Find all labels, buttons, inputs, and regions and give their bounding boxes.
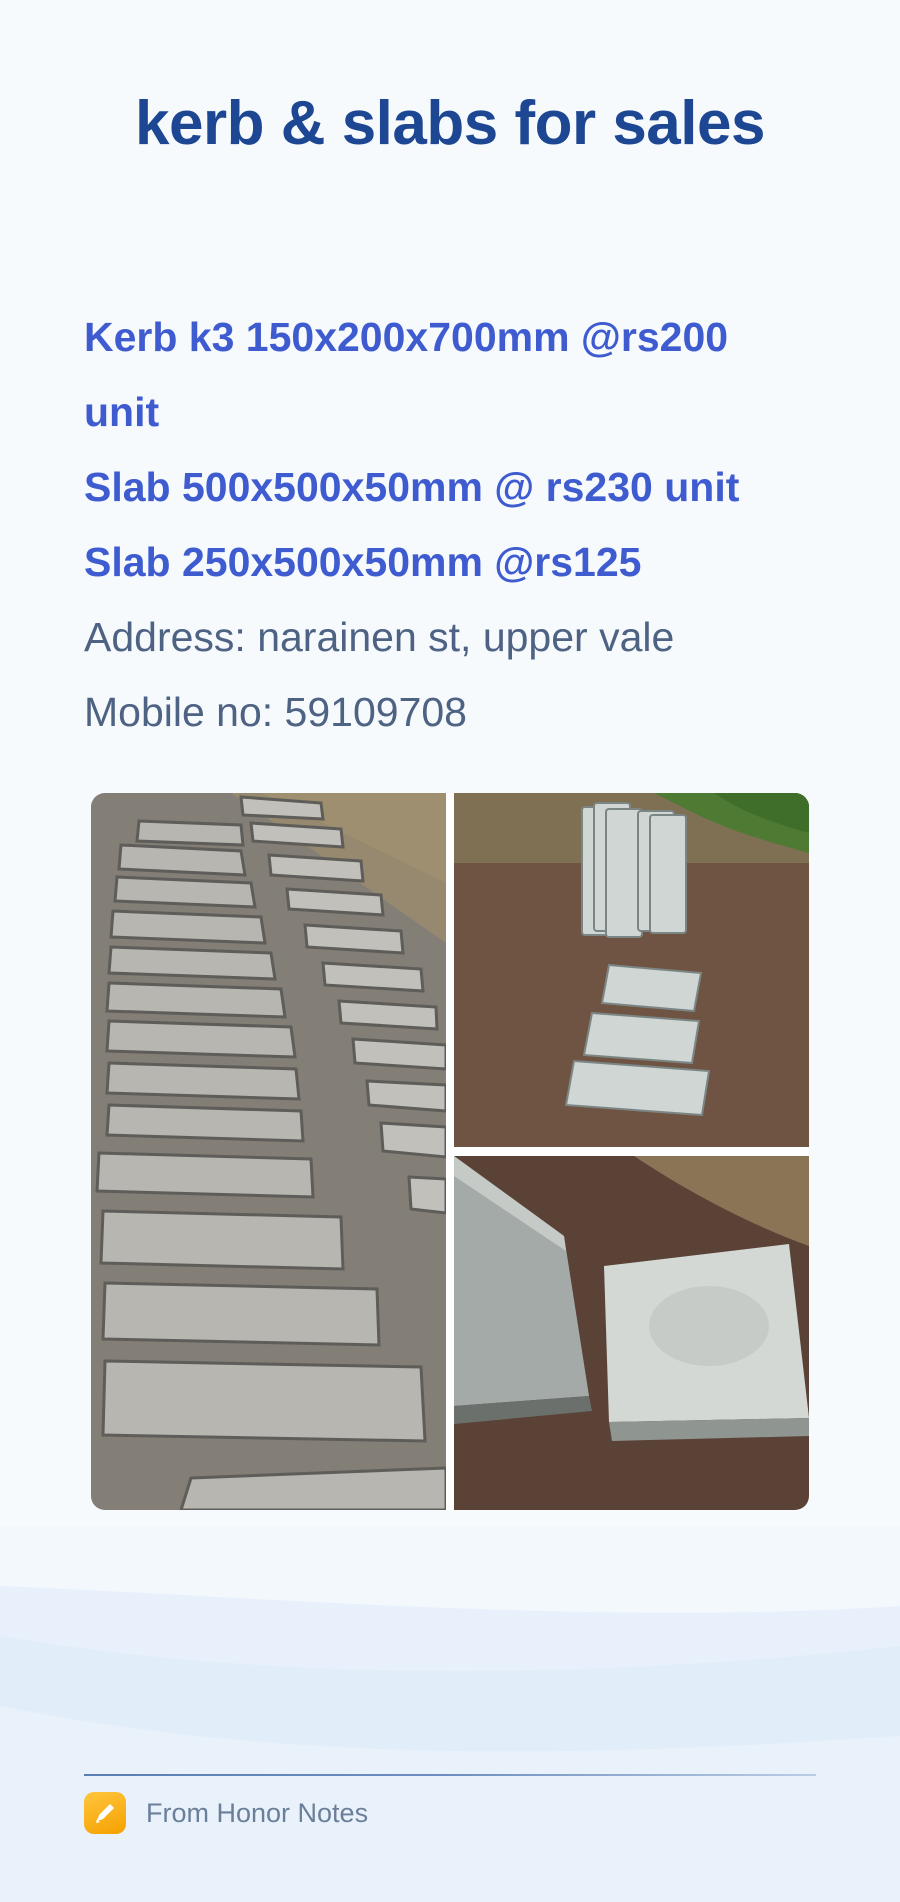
note-body: Kerb k3 150x200x700mm @rs200 unit Slab 5… [84, 300, 824, 750]
note-line-slab-small-price: Slab 250x500x50mm @rs125 [84, 539, 642, 585]
footer-source: From Honor Notes [84, 1791, 368, 1835]
kerb-stones-photo[interactable] [91, 793, 446, 1510]
note-line-mobile: Mobile no: 59109708 [84, 689, 467, 735]
slab-closeup-photo[interactable] [454, 1156, 809, 1510]
footer-source-label: From Honor Notes [146, 1797, 369, 1828]
note-line-kerb-unit: unit [84, 389, 160, 435]
footer-wave-decoration [0, 1526, 900, 1902]
photo-collage[interactable] [91, 793, 809, 1510]
footer-divider [84, 1774, 816, 1776]
slab-stacks-photo[interactable] [454, 793, 809, 1147]
note-line-address: Address: narainen st, upper vale [84, 614, 675, 660]
note-line-slab-large-price: Slab 500x500x50mm @ rs230 unit [84, 464, 740, 510]
note-title: kerb & slabs for sales [135, 89, 765, 158]
note-line-kerb-price: Kerb k3 150x200x700mm @rs200 [84, 314, 729, 360]
notes-app-icon [84, 1792, 126, 1834]
